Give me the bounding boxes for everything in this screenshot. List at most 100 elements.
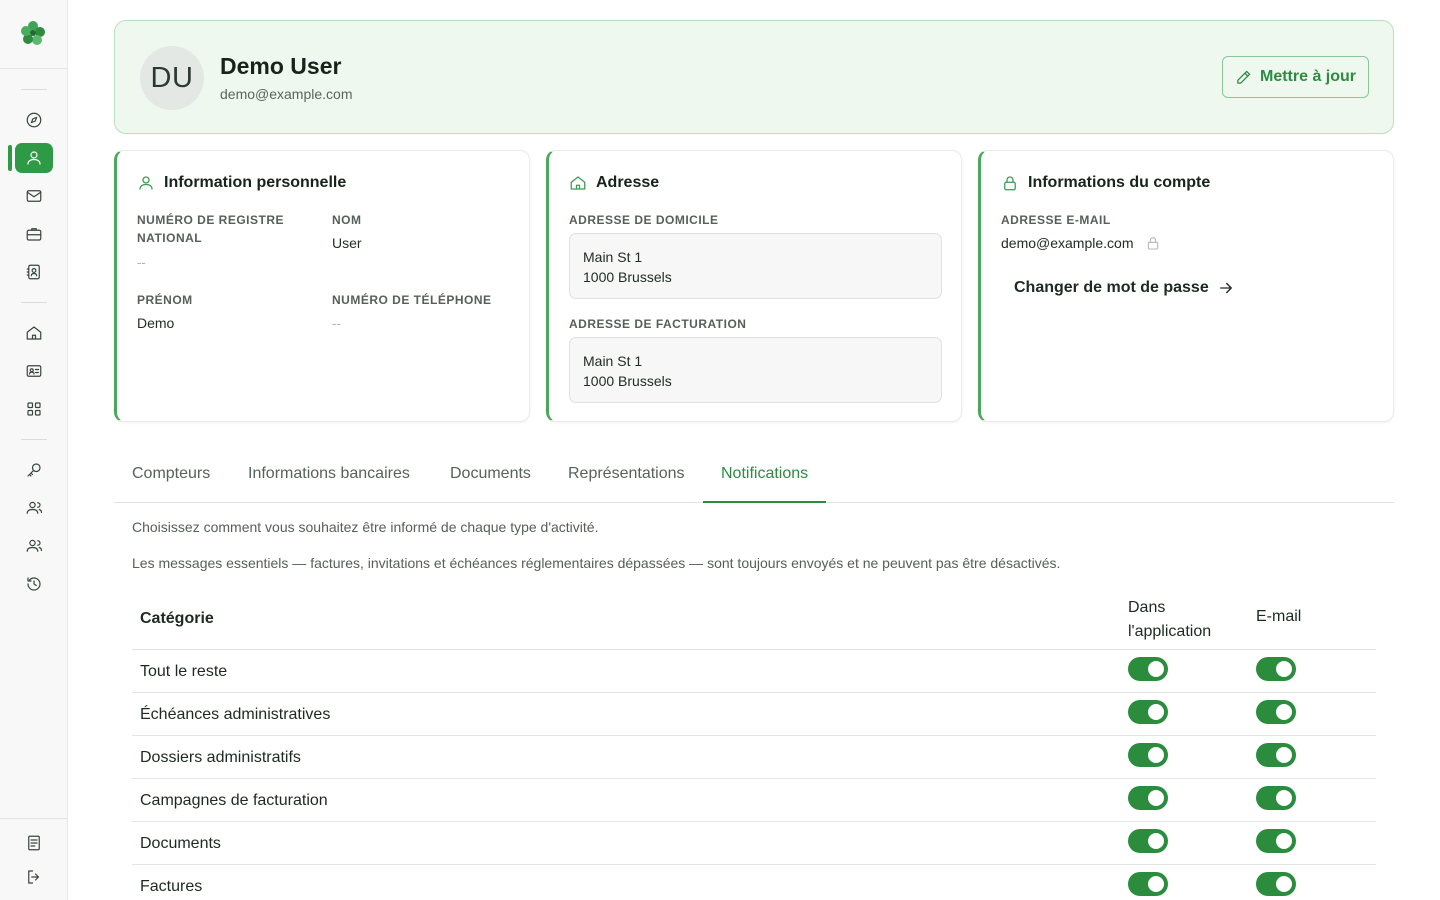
card-title-text: Informations du compte [1028,174,1211,191]
sidebar-item-team[interactable] [15,531,53,561]
column-header-in-app-line1: Dans [1128,599,1166,616]
sidebar-item-documentation[interactable] [15,828,53,858]
home-address-line1: Main St 1 [583,249,643,265]
email-toggle[interactable] [1256,786,1296,810]
clover-logo-icon[interactable] [18,18,48,48]
billing-address-box: Main St 1 1000 Brussels [569,337,942,403]
notifications-table: Catégorie Dans l'application E-mail Tout… [132,594,1376,900]
document-icon [28,835,40,851]
card-title-text: Information personnelle [164,174,347,191]
compass-icon [26,112,42,128]
history-icon [27,577,41,591]
national-register-label: Numéro de registre national [137,213,285,245]
sidebar-item-history[interactable] [15,569,53,599]
home-icon [570,176,586,190]
last-name-value: User [332,235,362,251]
briefcase-icon [26,228,42,241]
national-register-value: -- [137,255,146,270]
sidebar-separator [21,89,47,90]
billing-address-label: Adresse de facturation [569,317,747,331]
tab-documents[interactable]: Documents [450,454,531,503]
lock-icon [1004,176,1016,191]
profile-tabs: Compteurs Informations bancaires Documen… [114,454,1394,503]
first-name-label: Prénom [137,293,193,307]
email-value: demo@example.com [1001,235,1134,251]
row-category: Campagnes de facturation [140,792,328,809]
tab-counters[interactable]: Compteurs [132,454,210,503]
column-header-in-app: Dans l'application [1128,596,1238,644]
sidebar-divider [0,68,68,69]
address-title: Adresse [569,174,659,192]
pencil-icon [1237,70,1251,84]
in-app-toggle[interactable] [1128,743,1168,767]
row-category: Factures [140,878,203,895]
row-category: Documents [140,835,221,852]
in-app-toggle[interactable] [1128,700,1168,724]
sidebar-item-users[interactable] [15,493,53,523]
table-row: Factures [132,865,1376,900]
active-indicator [8,145,12,171]
key-icon [27,463,41,477]
team-icon [26,539,43,552]
sidebar-separator [21,302,47,303]
email-toggle[interactable] [1256,657,1296,681]
email-toggle[interactable] [1256,743,1296,767]
tab-notifications[interactable]: Notifications [703,454,827,503]
sidebar-item-explore[interactable] [15,105,53,135]
home-address-label: Adresse de domicile [569,213,719,227]
email-toggle[interactable] [1256,700,1296,724]
notifications-note: Les messages essentiels — factures, invi… [132,555,1061,571]
in-app-toggle[interactable] [1128,829,1168,853]
email-value-row: demo@example.com [1001,235,1161,251]
mail-icon [26,190,42,202]
email-toggle[interactable] [1256,829,1296,853]
column-header-category: Catégorie [140,610,214,627]
user-icon [139,176,153,190]
in-app-toggle[interactable] [1128,657,1168,681]
home-icon [26,326,42,340]
logout-icon [28,870,40,884]
avatar: DU [140,46,204,110]
sidebar-item-apps[interactable] [15,394,53,424]
sidebar-separator [21,439,47,440]
user-name: Demo User [220,53,342,79]
notifications-intro: Choisissez comment vous souhaitez être i… [132,519,599,535]
users-icon [26,501,43,514]
email-toggle[interactable] [1256,872,1296,896]
profile-header: DU Demo User demo@example.com Mettre à j… [114,20,1394,134]
sidebar-item-messages[interactable] [15,181,53,211]
account-card: Informations du compte Adresse e-mail de… [978,150,1394,422]
change-password-label: Changer de mot de passe [1014,279,1209,296]
in-app-toggle[interactable] [1128,872,1168,896]
email-label: Adresse e-mail [1001,213,1111,227]
address-card: Adresse Adresse de domicile Main St 1 10… [546,150,962,422]
billing-address-line1: Main St 1 [583,353,643,369]
change-password-link[interactable]: Changer de mot de passe [1014,279,1235,297]
in-app-toggle[interactable] [1128,786,1168,810]
card-title-text: Adresse [596,174,660,191]
tab-bank-info[interactable]: Informations bancaires [248,454,410,503]
table-row: Échéances administratives [132,693,1376,736]
update-profile-button[interactable]: Mettre à jour [1221,56,1369,98]
personal-info-card: Information personnelle Numéro de regist… [114,150,530,422]
sidebar-item-contacts[interactable] [15,257,53,287]
row-category: Dossiers administratifs [140,749,301,766]
sidebar-item-profile[interactable] [15,143,53,173]
update-profile-label: Mettre à jour [1259,68,1356,85]
sidebar-item-access[interactable] [15,455,53,485]
table-row: Tout le reste [132,650,1376,693]
first-name-value: Demo [137,315,175,331]
sidebar-item-business[interactable] [15,219,53,249]
home-address-line2: 1000 Brussels [583,269,672,285]
sidebar-item-identity[interactable] [15,356,53,386]
row-category: Échéances administratives [140,706,331,723]
lock-icon [1148,237,1159,250]
phone-value: -- [332,316,341,331]
account-title: Informations du compte [1001,174,1210,192]
contact-book-icon [26,264,40,280]
sidebar-item-logout[interactable] [15,862,53,892]
user-icon [27,151,41,165]
tab-representations[interactable]: Représentations [568,454,685,503]
grid-icon [27,402,41,416]
sidebar-item-properties[interactable] [15,318,53,348]
